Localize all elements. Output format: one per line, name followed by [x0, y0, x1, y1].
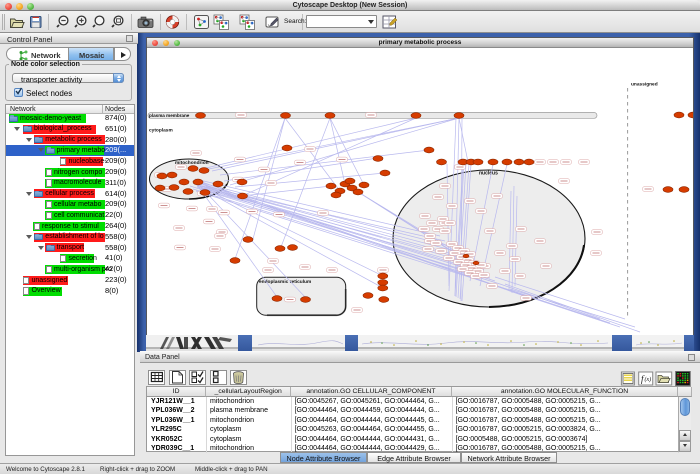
svg-text:unassigned: unassigned [631, 82, 658, 88]
svg-text:cytoplasm: cytoplasm [149, 128, 173, 134]
svg-text:endoplasmic reticulum: endoplasmic reticulum [259, 279, 311, 285]
svg-text:plasma membrane: plasma membrane [149, 113, 190, 118]
svg-text:(x): (x) [645, 376, 652, 383]
svg-text:nucleus: nucleus [479, 171, 498, 177]
